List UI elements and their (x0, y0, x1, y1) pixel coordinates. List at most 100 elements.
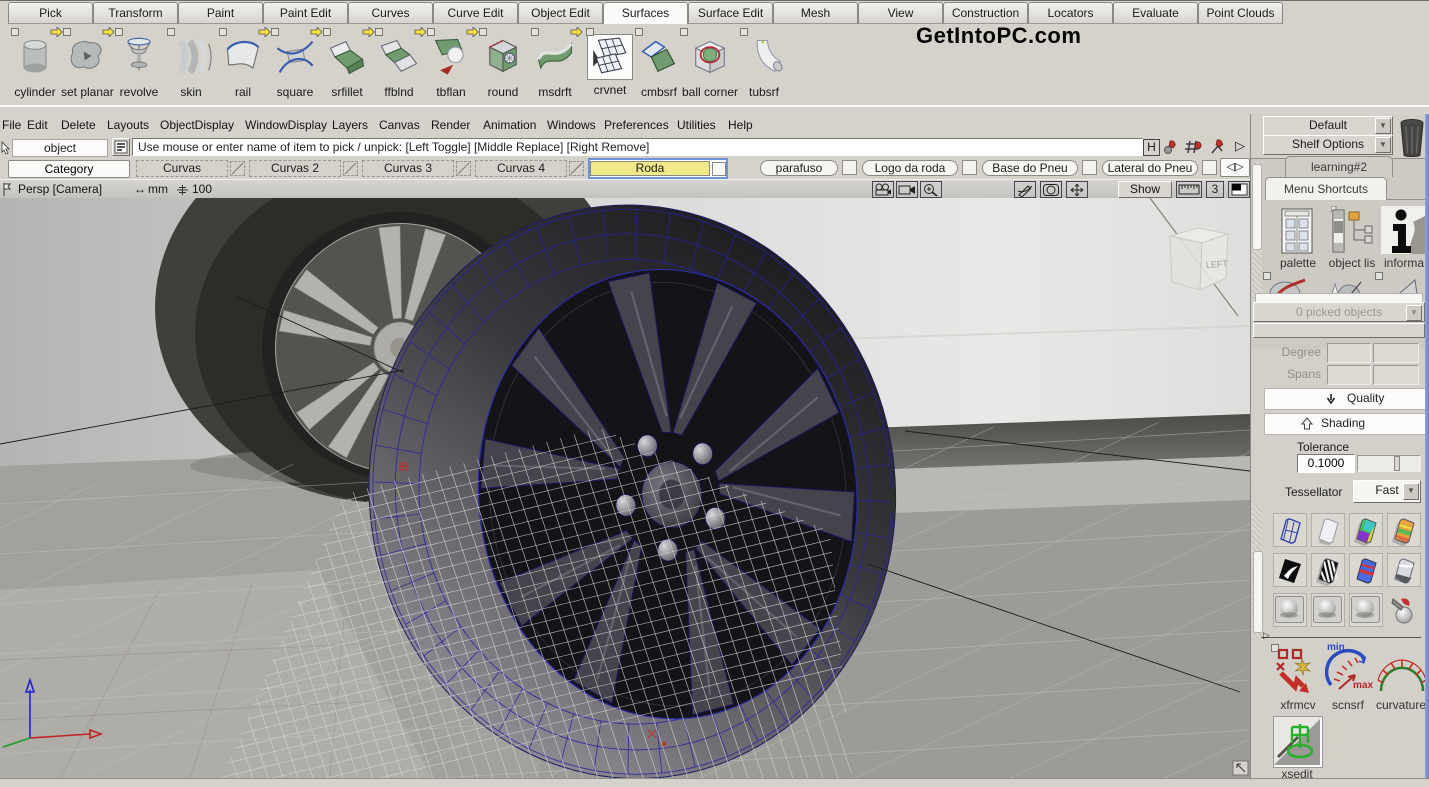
tool-msdrft[interactable]: msdrft (529, 26, 581, 102)
layer-nav-buttons[interactable]: ◁▷ (1220, 158, 1250, 177)
menu-objectdisplay[interactable]: ObjectDisplay (160, 118, 234, 132)
snap-grid-icon[interactable] (1184, 138, 1205, 156)
option-box-icon[interactable] (586, 28, 594, 36)
category-button[interactable]: Category (8, 160, 130, 178)
shade-chrome-button[interactable] (1387, 553, 1421, 587)
shelf-tab-paint-edit[interactable]: Paint Edit (263, 2, 348, 24)
shade-curvature-button[interactable] (1349, 553, 1383, 587)
quality-section-header[interactable]: Quality (1264, 388, 1429, 410)
menu-windowdisplay[interactable]: WindowDisplay (245, 118, 327, 132)
layer-parafuso[interactable]: parafuso (760, 160, 838, 176)
degree-field-2[interactable] (1373, 343, 1419, 363)
menu-delete[interactable]: Delete (61, 118, 96, 132)
partial-tool-icon[interactable] (1381, 278, 1421, 293)
shelf-tab-curves[interactable]: Curves (348, 2, 433, 24)
tool-set-planar[interactable]: set planar (61, 26, 113, 102)
tab-menu-shortcuts[interactable]: Menu Shortcuts (1265, 177, 1387, 200)
tool-skin[interactable]: skin (165, 26, 217, 102)
spans-field-1[interactable] (1327, 365, 1371, 385)
shelf-tab-locators[interactable]: Locators (1028, 2, 1113, 24)
shelf-tab-surfaces[interactable]: Surfaces (603, 2, 688, 24)
render-sphere-button-3[interactable] (1349, 593, 1383, 627)
tool-srfillet[interactable]: srfillet (321, 26, 373, 102)
panel-scrollbar-thumb[interactable] (1252, 164, 1262, 250)
menu-render[interactable]: Render (431, 118, 470, 132)
information-icon[interactable] (1381, 206, 1425, 254)
level-button[interactable]: 3 (1206, 181, 1224, 198)
chevron-down-icon[interactable]: ▼ (1406, 305, 1422, 321)
layer-curvas2-toggle[interactable] (343, 161, 358, 176)
layer-curvas[interactable]: Curvas (136, 160, 228, 177)
object-list-icon[interactable] (1331, 206, 1373, 254)
option-box-icon[interactable] (219, 28, 227, 36)
menu-layouts[interactable]: Layouts (107, 118, 149, 132)
menu-windows[interactable]: Windows (547, 118, 596, 132)
tolerance-input[interactable]: 0.1000 (1297, 454, 1355, 473)
prompt-input[interactable]: Use mouse or enter name of item to pick … (132, 138, 1143, 156)
active-layer-label[interactable]: Roda (590, 161, 710, 176)
option-box-icon[interactable] (479, 28, 487, 36)
chevron-down-icon[interactable]: ▼ (1403, 483, 1419, 500)
layer-parafuso-toggle[interactable] (842, 160, 857, 175)
tool-crvnet[interactable]: crvnet (584, 26, 636, 102)
layer-lateral-do-pneu[interactable]: Lateral do Pneu (1102, 160, 1198, 176)
viewport-flag-icon[interactable] (2, 182, 12, 197)
tool-revolve[interactable]: revolve (113, 26, 165, 102)
layer-base-do-pneu[interactable]: Base do Pneu (982, 160, 1078, 176)
tessellator-dropdown[interactable]: Fast▼ (1353, 480, 1421, 503)
shelf-tab-construction[interactable]: Construction (943, 2, 1028, 24)
menu-preferences[interactable]: Preferences (604, 118, 669, 132)
menu-edit[interactable]: Edit (27, 118, 48, 132)
shelf-tab-evaluate[interactable]: Evaluate (1113, 2, 1198, 24)
shade-silhouette-button[interactable] (1273, 553, 1307, 587)
show-button[interactable]: Show (1118, 181, 1172, 198)
tool-ball-corner[interactable]: ball corner (678, 26, 742, 102)
layer-curvas3-toggle[interactable] (456, 161, 471, 176)
panel-sash[interactable] (1261, 637, 1421, 638)
option-box-icon[interactable] (375, 28, 383, 36)
layer-curvas3[interactable]: Curvas 3 (362, 160, 454, 177)
camera-icon[interactable] (896, 181, 918, 198)
render-sphere-button-2[interactable] (1311, 593, 1345, 627)
option-box-icon[interactable] (531, 28, 539, 36)
shading-scrollbar-thumb[interactable] (1253, 551, 1263, 633)
slider-thumb[interactable] (1394, 456, 1400, 471)
frame-view-icon[interactable] (1040, 181, 1062, 198)
pan-move-icon[interactable] (1066, 181, 1088, 198)
shelf-tab-point-clouds[interactable]: Point Clouds (1198, 2, 1283, 24)
shade-stripes-button[interactable] (1387, 513, 1421, 547)
menu-utilities[interactable]: Utilities (677, 118, 716, 132)
option-box-icon[interactable] (63, 28, 71, 36)
nav-left-icon[interactable]: ◁ (1227, 161, 1235, 173)
shade-wireframe-button[interactable] (1273, 513, 1307, 547)
shade-zebra-button[interactable] (1311, 553, 1345, 587)
shelf-tab-surface-edit[interactable]: Surface Edit (688, 2, 773, 24)
shelf-tab-pick[interactable]: Pick (8, 2, 93, 24)
layer-curvas2[interactable]: Curvas 2 (249, 160, 341, 177)
pick-marker-icon[interactable] (1208, 138, 1228, 156)
shelf-tab-curve-edit[interactable]: Curve Edit (433, 2, 518, 24)
nav-right-icon[interactable]: ▷ (1235, 161, 1243, 173)
shelf-options-dropdown[interactable]: Shelf Options▼ (1263, 135, 1393, 155)
chevron-down-icon[interactable]: ▼ (1375, 137, 1391, 153)
chevron-down-icon[interactable]: ▼ (1375, 118, 1391, 134)
palette-icon[interactable] (1279, 208, 1317, 254)
paint-pick-icon[interactable] (1162, 138, 1181, 156)
viewport-resize-handle[interactable] (1233, 761, 1248, 775)
option-box-icon[interactable] (680, 28, 688, 36)
film-camera-icon[interactable] (872, 181, 894, 198)
tolerance-slider[interactable] (1357, 455, 1421, 472)
option-box-icon[interactable] (167, 28, 175, 36)
curvature-icon[interactable] (1375, 647, 1429, 697)
viewport-title-bar[interactable]: Persp [Camera] ↔ mm 100 Show 3 (0, 179, 1250, 200)
layer-lateral-toggle[interactable] (1202, 160, 1217, 175)
menu-animation[interactable]: Animation (483, 118, 536, 132)
tool-tbflan[interactable]: tbflan (425, 26, 477, 102)
trash-icon[interactable] (1397, 116, 1427, 158)
shade-toggle-icon[interactable] (1228, 181, 1250, 198)
shade-flat-button[interactable] (1311, 513, 1345, 547)
option-box-icon[interactable] (115, 28, 123, 36)
view-cube-label[interactable]: LEFT (1205, 258, 1228, 270)
tab-learning2[interactable]: learning#2 (1285, 156, 1393, 177)
sash-arrow-icon[interactable]: ▷ (1263, 630, 1270, 641)
